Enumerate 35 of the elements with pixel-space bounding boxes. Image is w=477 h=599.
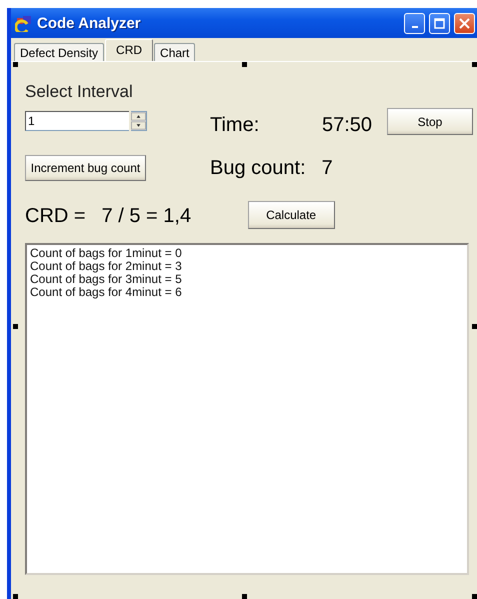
interval-field[interactable]: 1 <box>25 110 129 130</box>
bug-count-value: 7 <box>322 156 333 180</box>
resize-handle[interactable] <box>472 62 477 67</box>
minimize-button[interactable] <box>404 12 425 34</box>
resize-handle[interactable] <box>13 62 18 67</box>
resize-handle[interactable] <box>13 594 18 599</box>
resize-handle[interactable] <box>242 62 247 67</box>
tab[interactable]: CRD <box>105 39 154 61</box>
resize-handle[interactable] <box>472 594 477 599</box>
resize-handle[interactable] <box>13 324 18 329</box>
close-icon <box>459 18 470 28</box>
minimize-icon <box>412 26 418 28</box>
resize-handle[interactable] <box>242 594 247 599</box>
time-value: 57:50 <box>322 114 374 137</box>
close-button[interactable] <box>454 12 475 34</box>
crd-label: CRD = <box>25 204 86 228</box>
app-icon <box>15 14 33 32</box>
tab[interactable]: Defect Density <box>14 43 104 61</box>
maximize-button[interactable] <box>429 12 450 34</box>
time-label: Time: <box>210 114 260 137</box>
log-line: Count of bags for 3minut = 5 <box>30 273 183 286</box>
stop-button[interactable]: Stop <box>387 108 473 135</box>
crd-formula: 7 / 5 = 1,4 <box>102 204 192 228</box>
increment-bug-count-button[interactable]: Increment bug count <box>25 155 146 181</box>
bug-count-label: Bug count: <box>210 156 306 180</box>
log-line: Count of bags for 1minut = 0 <box>30 247 183 260</box>
calculate-button[interactable]: Calculate <box>248 201 335 229</box>
window-title: Code Analyzer <box>37 14 142 32</box>
log-line: Count of bags for 4minut = 6 <box>30 286 183 299</box>
log-text-area[interactable]: Count of bags for 1minut = 0 Count of bags for 2minut = 3 Count of bags for 3minut = 5 Count of bags for 4minut = 6 <box>25 243 469 575</box>
maximize-icon <box>434 18 445 28</box>
log-line: Count of bags for 2minut = 3 <box>30 260 183 273</box>
interval-label: Select Interval <box>25 82 134 102</box>
tab[interactable]: Chart <box>154 43 196 61</box>
resize-handle[interactable] <box>472 324 477 329</box>
